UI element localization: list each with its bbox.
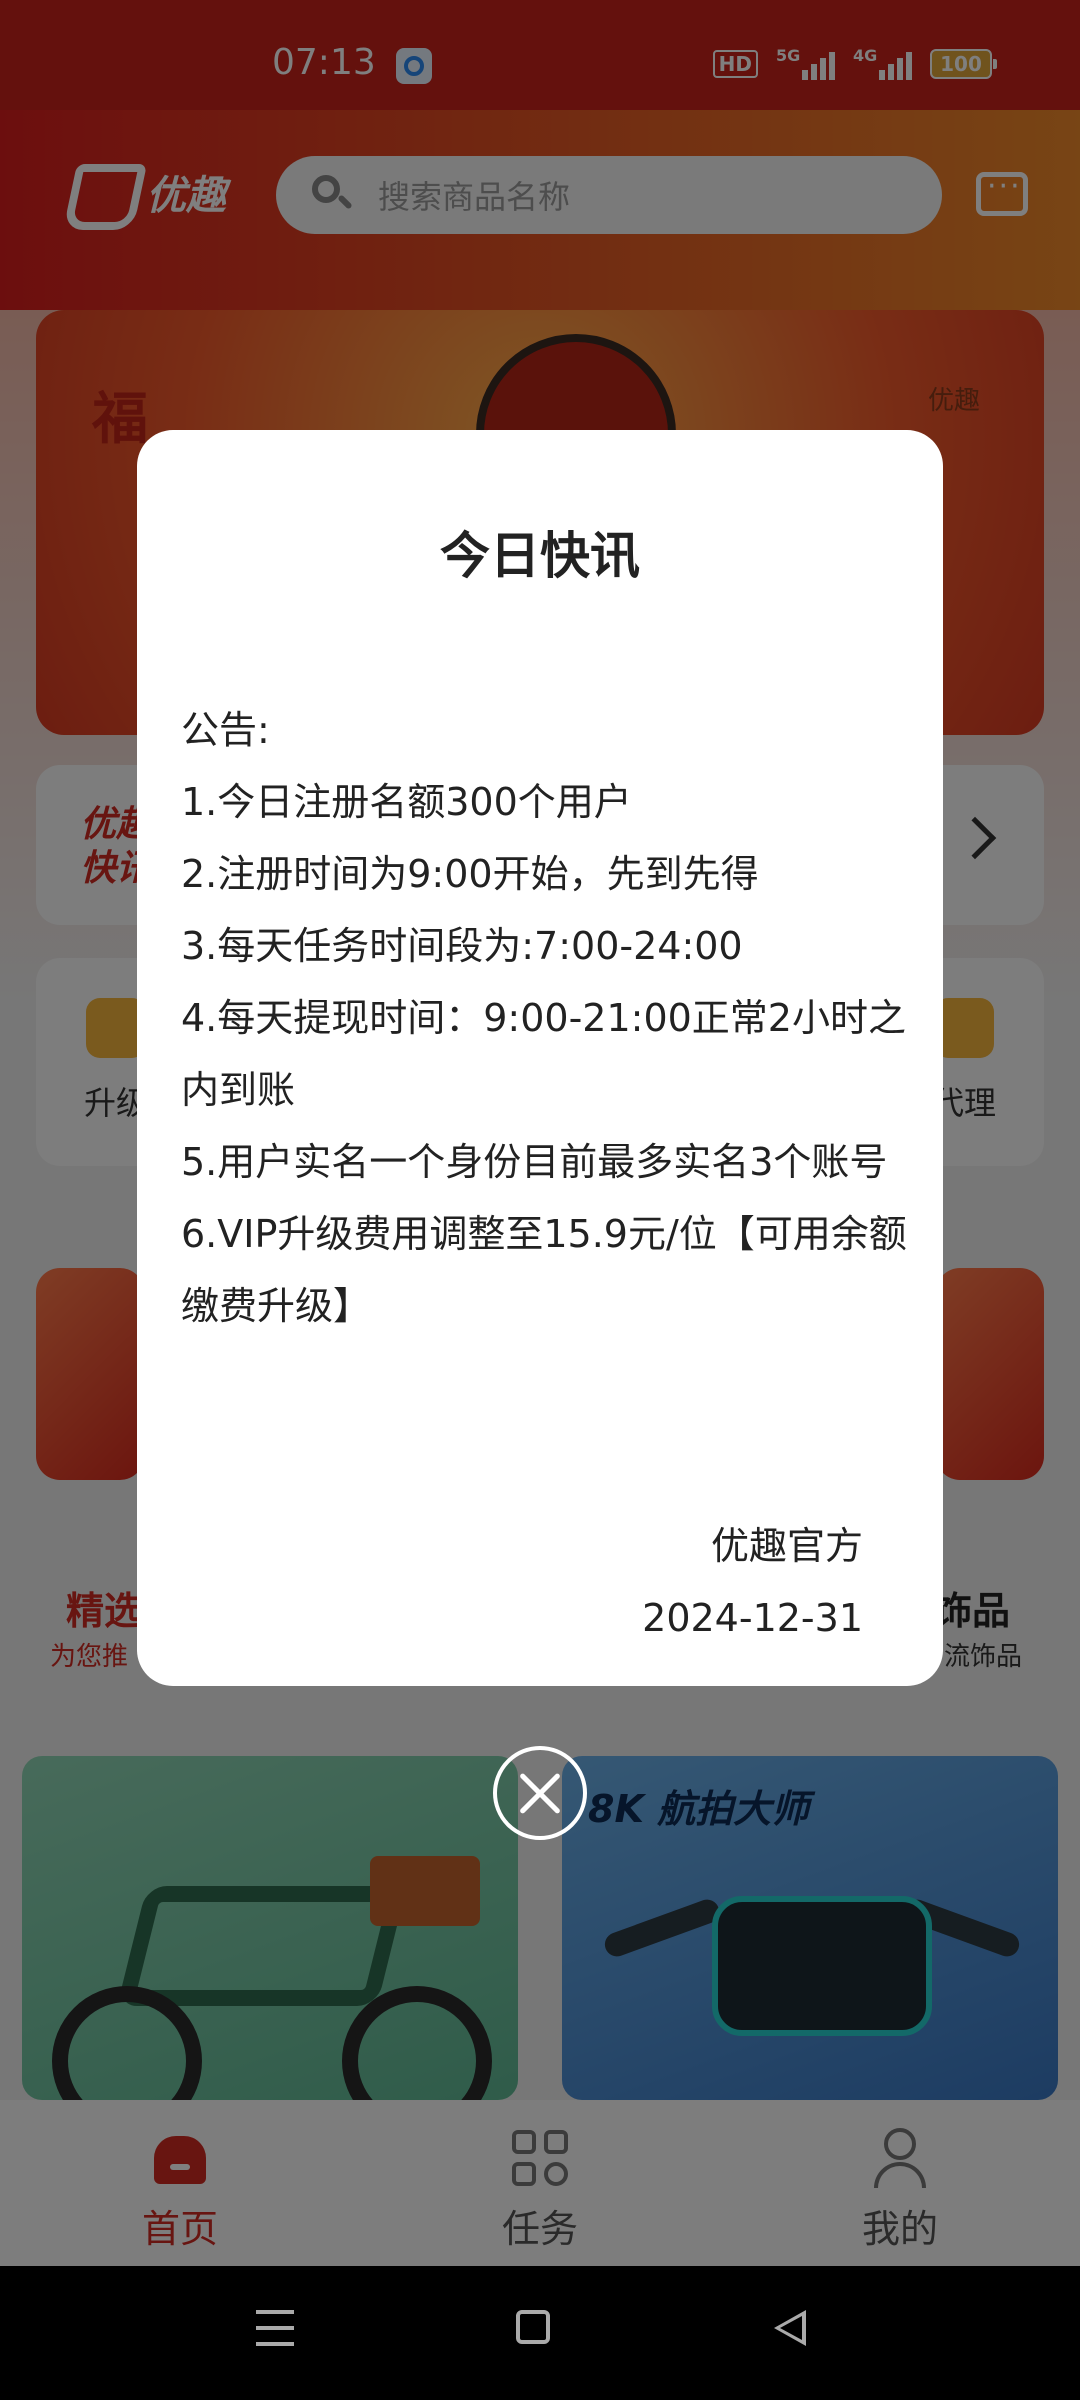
dialog-signature: 优趣官方: [710, 1524, 863, 1568]
close-dialog-button[interactable]: [493, 1746, 587, 1840]
announcement-line: 4.每天提现时间：9:00-21:00正常2小时之内到账: [181, 996, 906, 1112]
announcement-dialog: 今日快讯 公告: 1.今日注册名额300个用户 2.注册时间为9:00开始，先到…: [137, 430, 943, 1686]
announcement-line: 3.每天任务时间段为:7:00-24:00: [181, 924, 743, 968]
announcement-line: 5.用户实名一个身份目前最多实名3个账号: [181, 1140, 888, 1184]
announcement-line: 2.注册时间为9:00开始，先到先得: [181, 852, 759, 896]
announcement-line: 6.VIP升级费用调整至15.9元/位【可用余额缴费升级】: [181, 1212, 907, 1328]
home-square-icon[interactable]: [516, 2310, 550, 2344]
menu-icon[interactable]: [256, 2310, 294, 2346]
dialog-signature-block: 优趣官方 2024-12-31: [642, 1510, 863, 1654]
announcement-line: 公告:: [181, 708, 270, 752]
dialog-title: 今日快讯: [440, 527, 640, 585]
system-nav-bar: [0, 2266, 1080, 2400]
back-icon[interactable]: [774, 2310, 806, 2346]
dialog-date: 2024-12-31: [642, 1596, 863, 1640]
announcement-line: 1.今日注册名额300个用户: [181, 780, 632, 824]
dialog-body: 公告: 1.今日注册名额300个用户 2.注册时间为9:00开始，先到先得 3.…: [181, 694, 911, 1342]
